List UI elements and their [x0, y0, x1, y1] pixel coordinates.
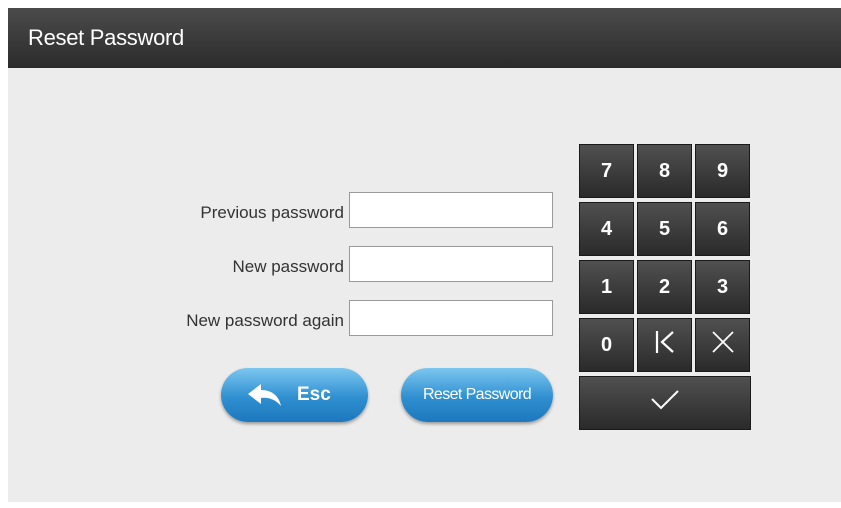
backspace-icon	[653, 329, 677, 361]
key-4[interactable]: 4	[579, 202, 634, 256]
title-bar: Reset Password	[8, 8, 841, 68]
key-9[interactable]: 9	[695, 144, 750, 198]
confirm-key[interactable]	[579, 376, 751, 430]
key-0[interactable]: 0	[579, 318, 634, 372]
new-password-again-label: New password again	[186, 311, 344, 330]
new-password-again-field[interactable]	[349, 300, 553, 336]
key-5[interactable]: 5	[637, 202, 692, 256]
checkmark-icon	[650, 389, 680, 417]
key-2[interactable]: 2	[637, 260, 692, 314]
new-password-field[interactable]	[349, 246, 553, 282]
key-7[interactable]: 7	[579, 144, 634, 198]
reset-password-screen: Reset Password Previous password New pas…	[8, 8, 841, 502]
esc-label: Esc	[297, 384, 331, 405]
previous-password-label: Previous password	[200, 203, 344, 222]
clear-icon	[711, 330, 735, 360]
key-8[interactable]: 8	[637, 144, 692, 198]
back-arrow-icon	[247, 382, 283, 414]
key-1[interactable]: 1	[579, 260, 634, 314]
reset-password-button[interactable]: Reset Password	[401, 368, 553, 422]
esc-button[interactable]: Esc	[221, 368, 368, 422]
clear-key[interactable]	[695, 318, 750, 372]
backspace-key[interactable]	[637, 318, 692, 372]
window-title: Reset Password	[28, 25, 184, 50]
key-3[interactable]: 3	[695, 260, 750, 314]
key-6[interactable]: 6	[695, 202, 750, 256]
new-password-label: New password	[232, 257, 345, 276]
previous-password-field[interactable]	[349, 192, 553, 228]
